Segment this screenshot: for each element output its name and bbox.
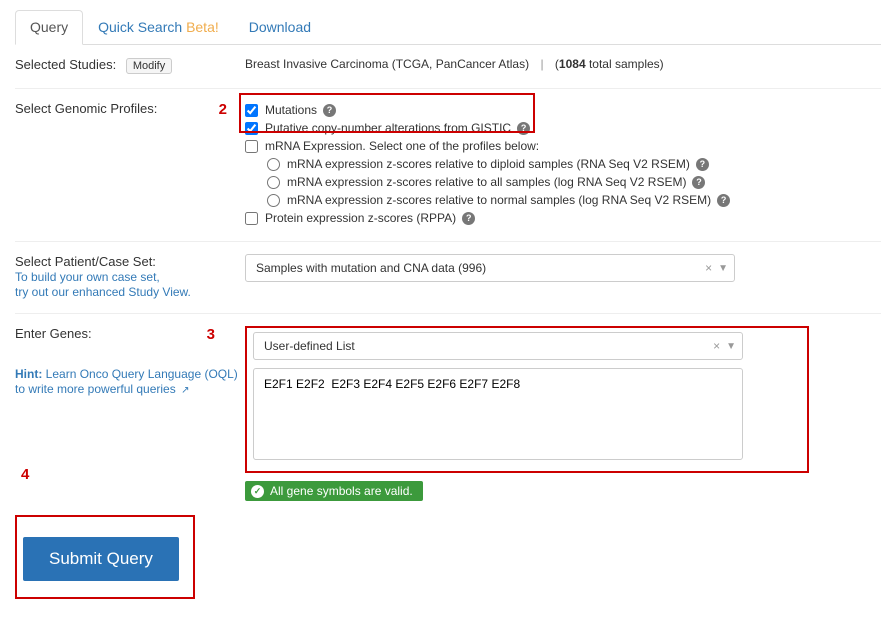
annotation-4: 4 <box>21 466 245 483</box>
validation-text: All gene symbols are valid. <box>270 484 413 498</box>
radio-mrna-all[interactable] <box>267 176 280 189</box>
sample-count-wrap: (1084 total samples) <box>555 57 664 71</box>
beta-badge: Beta! <box>186 19 219 35</box>
validation-badge: ✓ All gene symbols are valid. <box>245 481 423 501</box>
case-set-select-value: Samples with mutation and CNA data (996) <box>256 261 486 275</box>
sample-count-suffix: total samples <box>586 57 660 71</box>
radio-mrna-diploid[interactable] <box>267 158 280 171</box>
close-icon[interactable]: × <box>713 339 720 353</box>
help-icon[interactable]: ? <box>717 194 730 207</box>
annotation-3: 3 <box>207 326 215 343</box>
radio-mrna-diploid-label: mRNA expression z-scores relative to dip… <box>287 157 690 171</box>
radio-mrna-normal-label: mRNA expression z-scores relative to nor… <box>287 193 711 207</box>
case-set-label: Select Patient/Case Set: <box>15 254 245 269</box>
section-genomic-profiles: Select Genomic Profiles: 2 Mutations ? P… <box>15 89 881 242</box>
selected-studies-label: Selected Studies: <box>15 57 116 72</box>
submit-query-button[interactable]: Submit Query <box>23 537 179 581</box>
checkbox-cna-label: Putative copy-number alterations from GI… <box>265 121 511 135</box>
separator: | <box>540 57 543 71</box>
annotation-box-3: User-defined List × ▼ <box>245 326 809 473</box>
case-set-select[interactable]: Samples with mutation and CNA data (996)… <box>245 254 735 282</box>
genes-hint: Hint: Learn Onco Query Language (OQL) <box>15 367 245 381</box>
hint-prefix: Hint: <box>15 367 42 381</box>
annotation-box-4: Submit Query <box>15 515 195 599</box>
checkbox-mutations-label: Mutations <box>265 103 317 117</box>
radio-mrna-all-label: mRNA expression z-scores relative to all… <box>287 175 686 189</box>
section-case-set: Select Patient/Case Set: To build your o… <box>15 242 881 314</box>
annotation-2: 2 <box>219 101 227 118</box>
main-tabs: Query Quick Search Beta! Download <box>15 10 881 45</box>
modify-button[interactable]: Modify <box>126 58 172 74</box>
checkbox-mrna[interactable] <box>245 140 258 153</box>
tab-query[interactable]: Query <box>15 10 83 45</box>
tab-quick-search-label: Quick Search <box>98 19 182 35</box>
help-icon[interactable]: ? <box>462 212 475 225</box>
genomic-profiles-label: Select Genomic Profiles: <box>15 101 157 116</box>
help-icon[interactable]: ? <box>517 122 530 135</box>
close-icon[interactable]: × <box>705 261 712 275</box>
tab-quick-search[interactable]: Quick Search Beta! <box>83 10 234 44</box>
case-set-hint-link1[interactable]: To build your own case set, <box>15 270 160 284</box>
checkbox-mutations[interactable] <box>245 104 258 117</box>
case-set-hint-link2[interactable]: try out our enhanced Study View. <box>15 285 191 299</box>
gene-list-select-value: User-defined List <box>264 339 355 353</box>
oql-link[interactable]: Learn Onco Query Language (OQL) <box>46 367 238 381</box>
section-genes: Enter Genes: 3 Hint: Learn Onco Query La… <box>15 314 881 515</box>
help-icon[interactable]: ? <box>696 158 709 171</box>
sample-count: 1084 <box>559 57 586 71</box>
selected-study-name: Breast Invasive Carcinoma (TCGA, PanCanc… <box>245 57 529 71</box>
section-selected-studies: Selected Studies: Modify Breast Invasive… <box>15 45 881 89</box>
gene-list-select[interactable]: User-defined List × ▼ <box>253 332 743 360</box>
check-circle-icon: ✓ <box>251 485 264 498</box>
checkbox-protein-label: Protein expression z-scores (RPPA) <box>265 211 456 225</box>
gene-input[interactable] <box>253 368 743 460</box>
checkbox-cna[interactable] <box>245 122 258 135</box>
external-link-icon: ↗ <box>181 385 189 396</box>
chevron-down-icon[interactable]: ▼ <box>718 263 728 274</box>
oql-link-suffix-text: to write more powerful queries <box>15 382 176 396</box>
tab-download[interactable]: Download <box>234 10 326 44</box>
chevron-down-icon[interactable]: ▼ <box>726 341 736 352</box>
oql-link-suffix[interactable]: to write more powerful queries ↗ <box>15 382 189 396</box>
genes-label: Enter Genes: <box>15 326 92 343</box>
radio-mrna-normal[interactable] <box>267 194 280 207</box>
checkbox-mrna-label: mRNA Expression. Select one of the profi… <box>265 139 539 153</box>
checkbox-protein[interactable] <box>245 212 258 225</box>
help-icon[interactable]: ? <box>692 176 705 189</box>
help-icon[interactable]: ? <box>323 104 336 117</box>
